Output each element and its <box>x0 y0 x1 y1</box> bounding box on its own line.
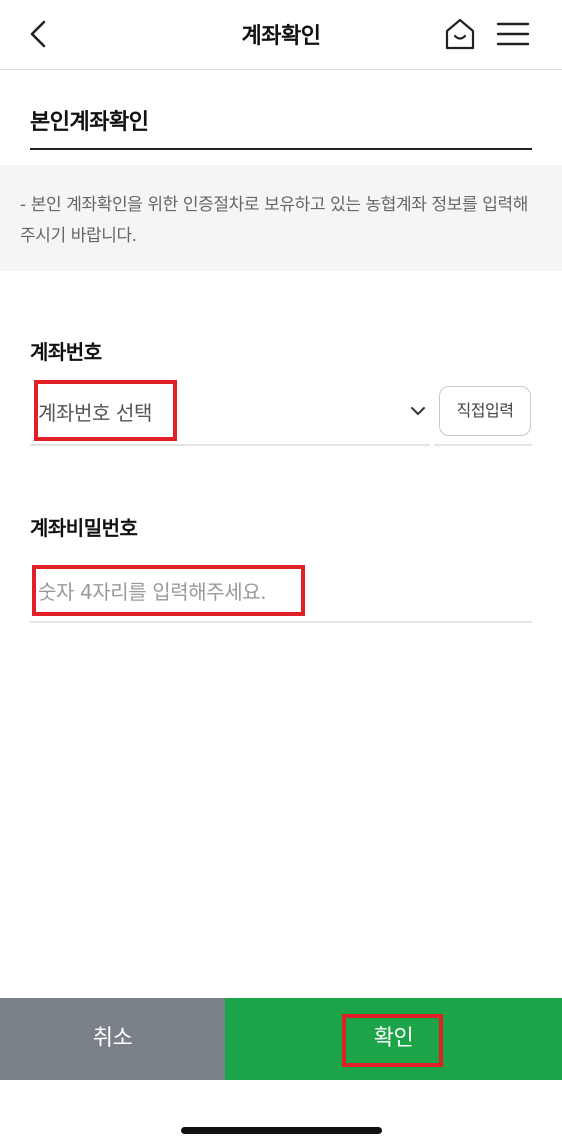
section-title: 본인계좌확인 <box>30 110 149 135</box>
menu-button[interactable] <box>494 18 532 50</box>
notice-box: - 본인 계좌확인을 위한 인증절차로 보유하고 있는 농협계좌 정보를 입력해… <box>0 165 562 271</box>
chevron-down-icon <box>411 407 425 415</box>
account-password-input[interactable] <box>30 566 532 618</box>
top-app-bar: 계좌확인 <box>0 0 562 70</box>
account-password-label: 계좌비밀번호 <box>30 516 138 540</box>
password-underline <box>30 621 532 623</box>
section-divider <box>30 148 532 150</box>
direct-input-underline <box>434 444 532 446</box>
direct-input-button[interactable]: 직접입력 <box>439 386 531 436</box>
account-number-label: 계좌번호 <box>30 340 102 364</box>
cancel-button[interactable]: 취소 <box>0 998 225 1080</box>
home-indicator <box>181 1127 382 1134</box>
account-select-underline <box>30 444 430 446</box>
home-button[interactable] <box>442 16 478 52</box>
home-icon <box>445 18 475 50</box>
notice-text: - 본인 계좌확인을 위한 인증절차로 보유하고 있는 농협계좌 정보를 입력해… <box>20 195 528 246</box>
confirm-button[interactable]: 확인 <box>225 998 562 1080</box>
hamburger-menu-icon <box>496 22 530 46</box>
account-number-select[interactable]: 계좌번호 선택 <box>30 384 430 440</box>
account-select-value: 계좌번호 선택 <box>38 401 152 425</box>
